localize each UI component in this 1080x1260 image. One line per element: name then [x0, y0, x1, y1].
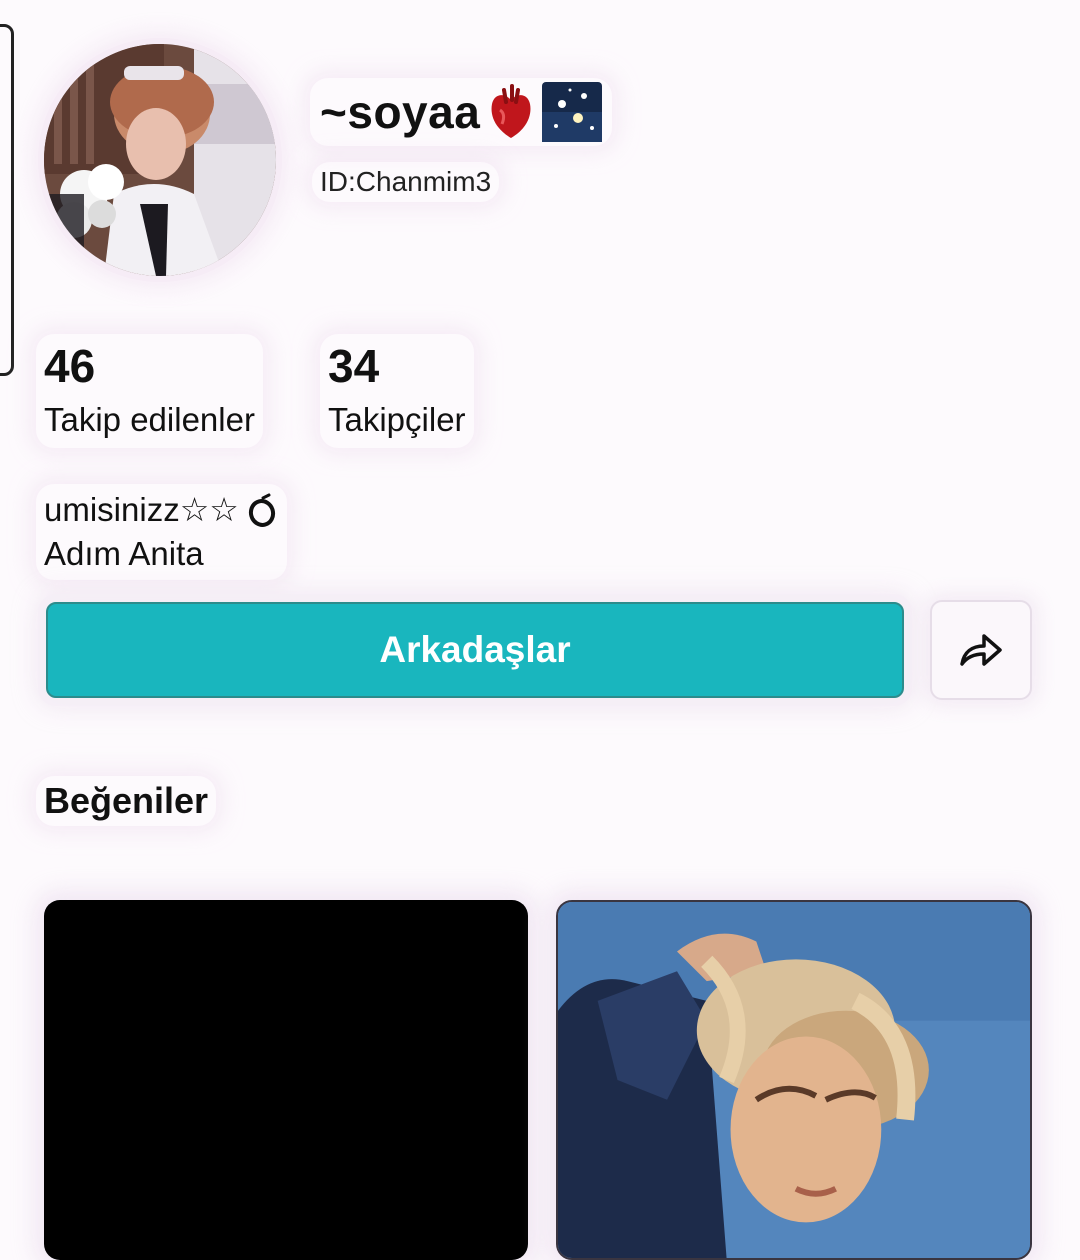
following-label: Takip edilenler: [44, 401, 255, 438]
share-button[interactable]: [930, 600, 1032, 700]
anatomical-heart-icon: [488, 84, 534, 140]
username-row: ~soyaa: [310, 78, 612, 146]
following-stat[interactable]: 46 Takip edilenler: [36, 334, 263, 448]
likes-grid: [0, 880, 1080, 1260]
avatar-image: [44, 44, 276, 276]
bio-text-1: umisinizz☆☆: [44, 491, 239, 528]
liked-post-thumbnail[interactable]: [44, 900, 528, 1260]
followers-label: Takipçiler: [328, 401, 466, 438]
side-panel-edge: [0, 24, 14, 376]
liked-post-image: [558, 902, 1030, 1258]
username: ~soyaa: [320, 86, 481, 138]
ring-icon: [245, 492, 279, 528]
followers-count: 34: [328, 340, 380, 392]
night-sky-icon: [542, 82, 603, 142]
likes-heading: Beğeniler: [36, 776, 216, 826]
bio-line-2: Adım Anita: [44, 535, 204, 572]
share-arrow-icon: [958, 630, 1004, 670]
avatar[interactable]: [44, 44, 276, 276]
following-count: 46: [44, 340, 96, 392]
bio-line-1: umisinizz☆☆: [44, 488, 279, 532]
followers-stat[interactable]: 34 Takipçiler: [320, 334, 474, 448]
liked-post-thumbnail[interactable]: [556, 900, 1032, 1260]
bio: umisinizz☆☆ Adım Anita: [36, 484, 287, 580]
friends-button[interactable]: Arkadaşlar: [46, 602, 904, 698]
user-id: ID:Chanmim3: [312, 162, 499, 202]
